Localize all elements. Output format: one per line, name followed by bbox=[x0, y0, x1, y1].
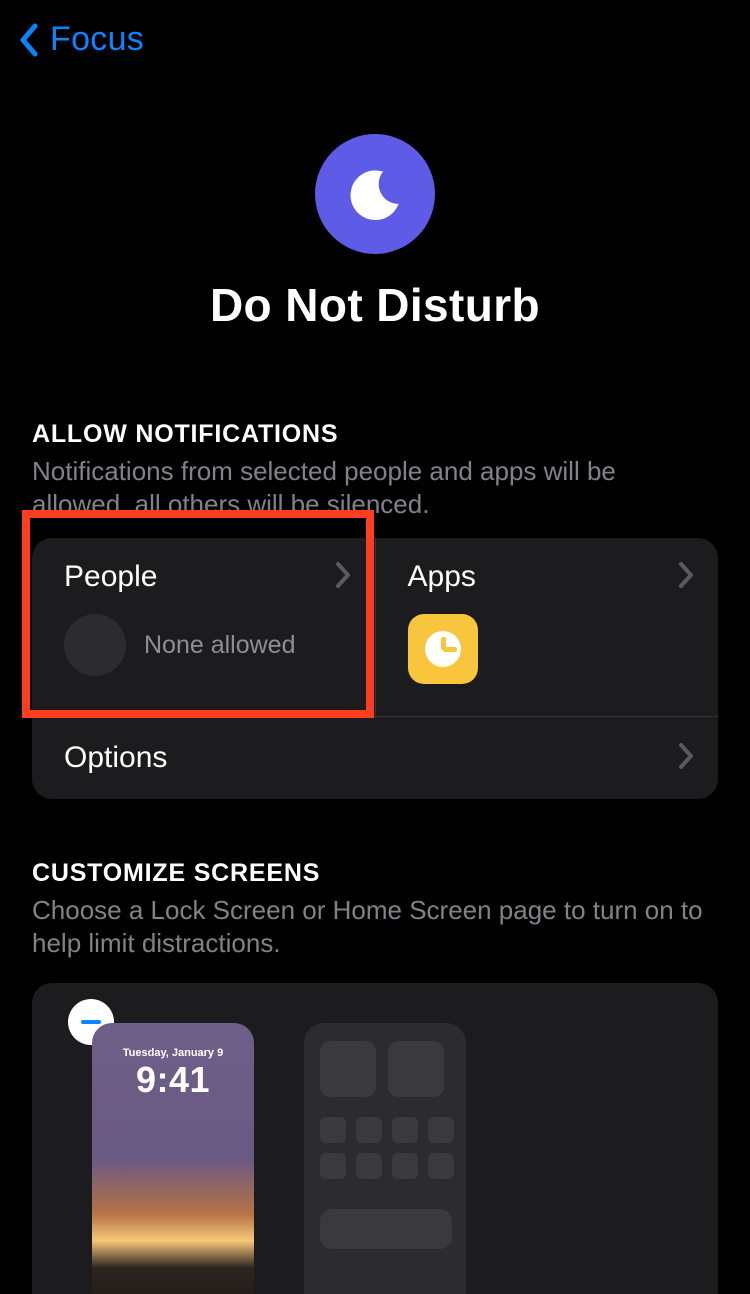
minus-icon bbox=[81, 1020, 101, 1024]
section-caption: Choose a Lock Screen or Home Screen page… bbox=[32, 894, 718, 959]
page-title: Do Not Disturb bbox=[210, 278, 540, 332]
clock-app-icon bbox=[408, 614, 478, 684]
app-placeholder bbox=[356, 1117, 382, 1143]
section-title: ALLOW NOTIFICATIONS bbox=[32, 420, 718, 449]
home-screen-slot[interactable] bbox=[304, 1023, 466, 1294]
app-placeholder bbox=[320, 1153, 346, 1179]
section-title: CUSTOMIZE SCREENS bbox=[32, 859, 718, 888]
options-cell[interactable]: Options bbox=[32, 716, 718, 799]
widget-placeholder bbox=[320, 1041, 376, 1097]
nav-bar: Focus bbox=[0, 0, 750, 79]
customize-screens-header: CUSTOMIZE SCREENS Choose a Lock Screen o… bbox=[32, 859, 718, 959]
lockscreen-time: 9:41 bbox=[92, 1059, 254, 1101]
lock-screen-slot[interactable]: Tuesday, January 9 9:41 bbox=[92, 1023, 254, 1294]
app-placeholder bbox=[356, 1153, 382, 1179]
widget-placeholder bbox=[388, 1041, 444, 1097]
app-placeholder bbox=[392, 1153, 418, 1179]
dock-placeholder bbox=[320, 1209, 452, 1249]
apps-cell[interactable]: Apps bbox=[375, 538, 719, 716]
chevron-right-icon bbox=[678, 561, 694, 594]
app-placeholder bbox=[392, 1117, 418, 1143]
customize-screens-card: Tuesday, January 9 9:41 bbox=[32, 983, 718, 1294]
home-screen-preview bbox=[304, 1023, 466, 1294]
empty-avatar-icon bbox=[64, 614, 126, 676]
moon-icon bbox=[315, 134, 435, 254]
lockscreen-date: Tuesday, January 9 bbox=[92, 1047, 254, 1059]
app-placeholder bbox=[428, 1117, 454, 1143]
back-button-label[interactable]: Focus bbox=[50, 20, 144, 59]
back-chevron-icon[interactable] bbox=[14, 23, 44, 57]
allow-notifications-header: ALLOW NOTIFICATIONS Notifications from s… bbox=[32, 420, 718, 520]
section-caption: Notifications from selected people and a… bbox=[32, 455, 718, 520]
app-placeholder bbox=[428, 1153, 454, 1179]
people-label: People bbox=[64, 560, 157, 594]
app-placeholder bbox=[320, 1117, 346, 1143]
allow-notifications-card: People None allowed Apps bbox=[32, 538, 718, 799]
chevron-right-icon bbox=[335, 561, 351, 594]
people-cell[interactable]: People None allowed bbox=[32, 538, 375, 716]
people-status: None allowed bbox=[144, 631, 296, 660]
chevron-right-icon bbox=[678, 742, 694, 775]
options-label: Options bbox=[64, 741, 167, 775]
lock-screen-preview: Tuesday, January 9 9:41 bbox=[92, 1023, 254, 1294]
focus-hero: Do Not Disturb bbox=[0, 134, 750, 332]
apps-label: Apps bbox=[408, 560, 476, 594]
